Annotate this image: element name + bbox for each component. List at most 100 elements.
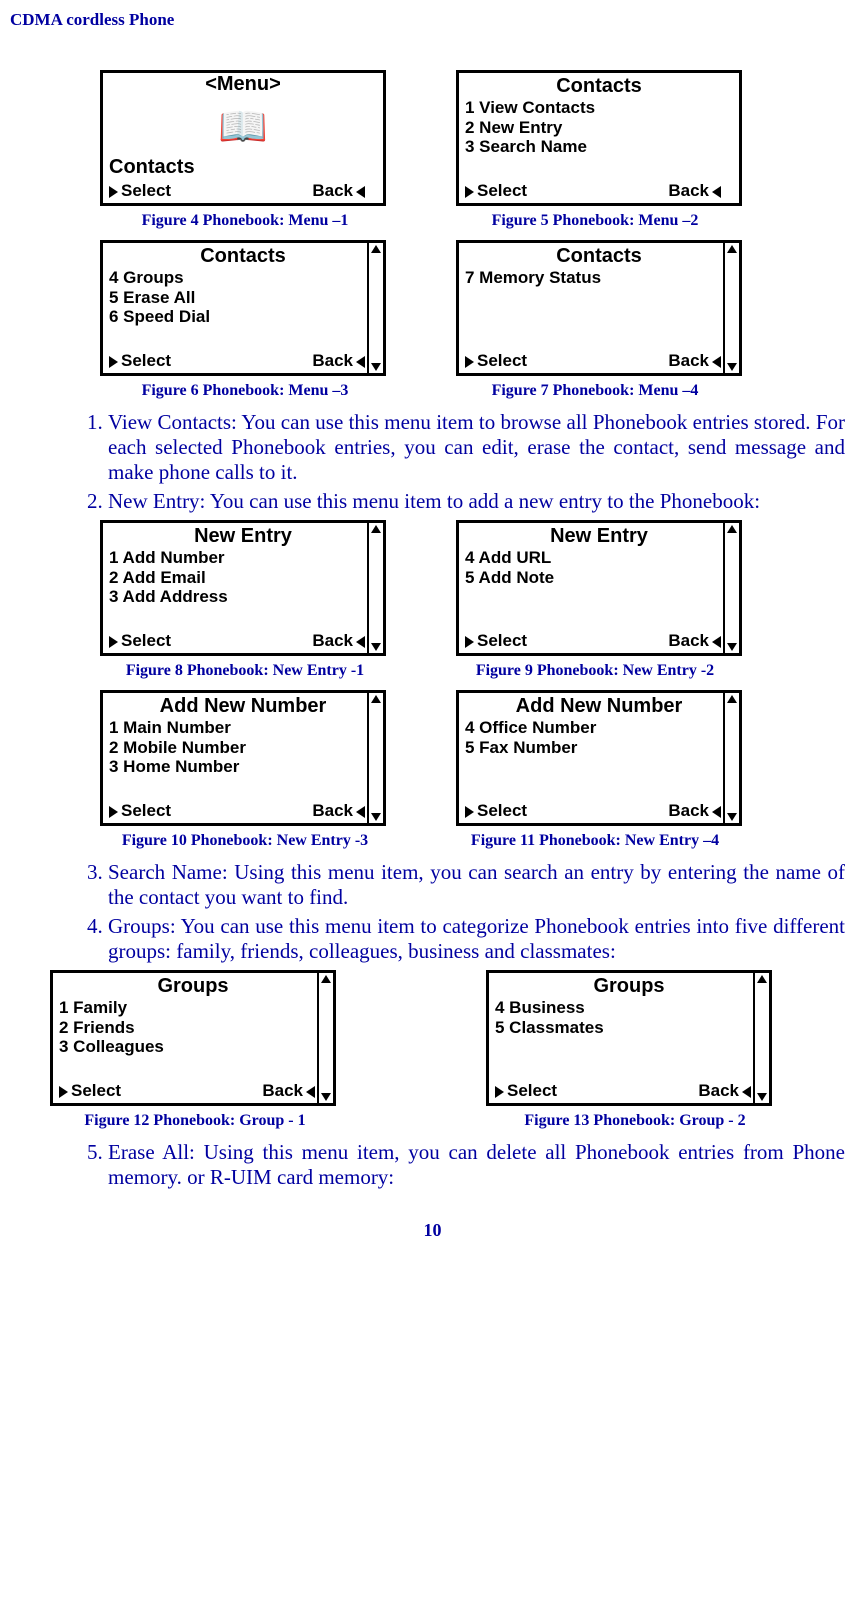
triangle-right-icon — [495, 1086, 504, 1098]
list-item: Search Name: Using this menu item, you c… — [108, 860, 845, 910]
scroll-up-icon — [321, 975, 331, 983]
triangle-right-icon — [109, 806, 118, 818]
scroll-up-icon — [371, 525, 381, 533]
menu-item: 5 Classmates — [495, 1018, 765, 1038]
lcd-groups-2: Groups 4 Business 5 Classmates Select Ba… — [486, 970, 772, 1106]
select-softkey: Select — [109, 801, 171, 821]
back-softkey: Back — [698, 1081, 751, 1101]
caption-row: Figure 10 Phonebook: New Entry -3 Figure… — [10, 832, 855, 850]
back-softkey: Back — [312, 631, 365, 651]
figure-caption: Figure 7 Phonebook: Menu –4 — [450, 382, 740, 400]
figure-caption: Figure 4 Phonebook: Menu –1 — [100, 212, 390, 230]
select-softkey: Select — [109, 631, 171, 651]
figure-caption: Figure 9 Phonebook: New Entry -2 — [450, 662, 740, 680]
lcd-title: Contacts — [103, 243, 383, 268]
select-softkey: Select — [465, 631, 527, 651]
lcd-groups-1: Groups 1 Family 2 Friends 3 Colleagues S… — [50, 970, 336, 1106]
figure-caption: Figure 5 Phonebook: Menu –2 — [450, 212, 740, 230]
figure-row-5: Groups 1 Family 2 Friends 3 Colleagues S… — [10, 970, 855, 1106]
scroll-down-icon — [321, 1093, 331, 1101]
triangle-left-icon — [712, 636, 721, 648]
scroll-down-icon — [727, 363, 737, 371]
menu-item: 6 Speed Dial — [109, 307, 379, 327]
menu-item: 4 Groups — [109, 268, 379, 288]
lcd-menu-4: Contacts 7 Memory Status Select Back — [456, 240, 742, 376]
triangle-left-icon — [306, 1086, 315, 1098]
lcd-newentry-4: Add New Number 4 Office Number 5 Fax Num… — [456, 690, 742, 826]
menu-item: 2 Mobile Number — [109, 738, 379, 758]
back-softkey: Back — [312, 351, 365, 371]
menu-item: 1 Family — [59, 998, 329, 1018]
caption-row: Figure 4 Phonebook: Menu –1 Figure 5 Pho… — [10, 212, 855, 230]
select-softkey: Select — [109, 351, 171, 371]
caption-row: Figure 8 Phonebook: New Entry -1 Figure … — [10, 662, 855, 680]
caption-row: Figure 12 Phonebook: Group - 1 Figure 13… — [10, 1112, 855, 1130]
list-item: Erase All: Using this menu item, you can… — [108, 1140, 845, 1190]
scroll-up-icon — [727, 245, 737, 253]
lcd-newentry-1: New Entry 1 Add Number 2 Add Email 3 Add… — [100, 520, 386, 656]
menu-item: 3 Colleagues — [59, 1037, 329, 1057]
triangle-left-icon — [356, 806, 365, 818]
triangle-right-icon — [59, 1086, 68, 1098]
back-softkey: Back — [262, 1081, 315, 1101]
lcd-title: Contacts — [459, 243, 739, 268]
figure-caption: Figure 8 Phonebook: New Entry -1 — [100, 662, 390, 680]
back-softkey: Back — [668, 181, 721, 201]
lcd-menu-1: <Menu> 📖 Contacts Select Back — [100, 70, 386, 206]
page-number: 10 — [10, 1220, 855, 1241]
menu-item: 2 New Entry — [465, 118, 735, 138]
lcd-title: Groups — [53, 973, 333, 998]
scroll-up-icon — [757, 975, 767, 983]
scroll-up-icon — [371, 245, 381, 253]
scroll-up-icon — [727, 695, 737, 703]
triangle-left-icon — [356, 356, 365, 368]
menu-item: 2 Add Email — [109, 568, 379, 588]
lcd-menu-2: Contacts 1 View Contacts 2 New Entry 3 S… — [456, 70, 742, 206]
caption-row: Figure 6 Phonebook: Menu –3 Figure 7 Pho… — [10, 382, 855, 400]
lcd-title: Add New Number — [459, 693, 739, 718]
menu-item: 4 Business — [495, 998, 765, 1018]
menu-item: 5 Fax Number — [465, 738, 735, 758]
triangle-right-icon — [465, 636, 474, 648]
book-icon: 📖 — [103, 96, 383, 156]
menu-item: 7 Memory Status — [465, 268, 735, 288]
menu-item: 1 View Contacts — [465, 98, 735, 118]
menu-item: 4 Office Number — [465, 718, 735, 738]
scroll-down-icon — [727, 643, 737, 651]
lcd-menu-3: Contacts 4 Groups 5 Erase All 6 Speed Di… — [100, 240, 386, 376]
figure-caption: Figure 13 Phonebook: Group - 2 — [490, 1112, 780, 1130]
figure-caption: Figure 12 Phonebook: Group - 1 — [50, 1112, 340, 1130]
select-softkey: Select — [109, 181, 171, 201]
lcd-title: <Menu> — [103, 73, 383, 96]
page-header: CDMA cordless Phone — [10, 10, 855, 30]
menu-item: 5 Erase All — [109, 288, 379, 308]
scroll-down-icon — [371, 643, 381, 651]
back-softkey: Back — [312, 181, 365, 201]
triangle-left-icon — [742, 1086, 751, 1098]
lcd-title: Add New Number — [103, 693, 383, 718]
lcd-title: New Entry — [103, 523, 383, 548]
triangle-right-icon — [465, 356, 474, 368]
menu-item: 3 Add Address — [109, 587, 379, 607]
back-softkey: Back — [668, 351, 721, 371]
figure-caption: Figure 10 Phonebook: New Entry -3 — [100, 832, 390, 850]
triangle-left-icon — [356, 636, 365, 648]
list-item: View Contacts: You can use this menu ite… — [108, 410, 845, 485]
menu-item: 3 Home Number — [109, 757, 379, 777]
select-softkey: Select — [465, 181, 527, 201]
back-softkey: Back — [668, 631, 721, 651]
lcd-newentry-3: Add New Number 1 Main Number 2 Mobile Nu… — [100, 690, 386, 826]
triangle-right-icon — [465, 186, 474, 198]
menu-item: 4 Add URL — [465, 548, 735, 568]
lcd-title: New Entry — [459, 523, 739, 548]
figure-row-3: New Entry 1 Add Number 2 Add Email 3 Add… — [10, 520, 855, 656]
scroll-down-icon — [757, 1093, 767, 1101]
lcd-title: Contacts — [459, 73, 739, 98]
scroll-down-icon — [371, 813, 381, 821]
scroll-up-icon — [371, 695, 381, 703]
body-text: View Contacts: You can use this menu ite… — [10, 410, 855, 514]
triangle-left-icon — [356, 186, 365, 198]
triangle-right-icon — [109, 356, 118, 368]
menu-item: 5 Add Note — [465, 568, 735, 588]
body-text: Erase All: Using this menu item, you can… — [10, 1140, 855, 1190]
